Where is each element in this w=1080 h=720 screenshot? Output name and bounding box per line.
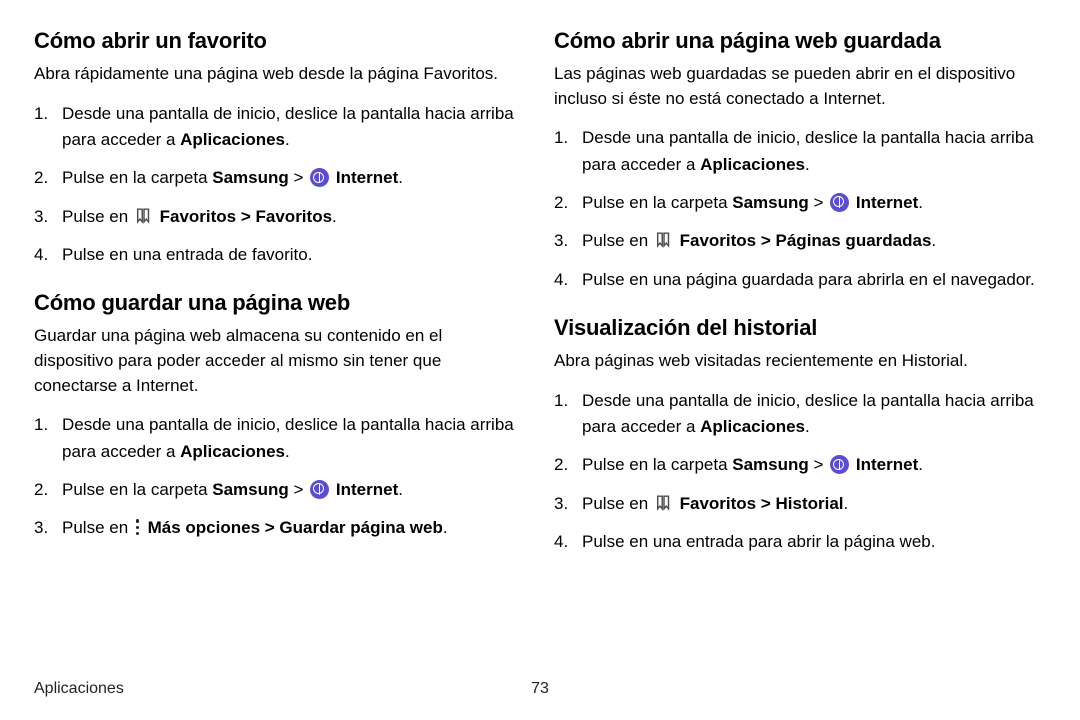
step: Pulse en Favoritos > Páginas guardadas.	[554, 228, 1046, 254]
intro-open-saved: Las páginas web guardadas se pueden abri…	[554, 62, 1046, 111]
term-favoritos: Favoritos	[675, 231, 756, 250]
step-sep: >	[756, 231, 775, 250]
step-text: .	[285, 130, 290, 149]
step-text: .	[805, 417, 810, 436]
term-samsung: Samsung	[732, 455, 809, 474]
term-internet: Internet	[331, 168, 398, 187]
intro-history: Abra páginas web visitadas recientemente…	[554, 349, 1046, 374]
step: Desde una pantalla de inicio, deslice la…	[554, 388, 1046, 441]
step-text: .	[398, 480, 403, 499]
step: Pulse en una entrada para abrir la págin…	[554, 529, 1046, 555]
bookmark-icon	[135, 207, 153, 224]
step-text: .	[285, 442, 290, 461]
step: Pulse en una entrada de favorito.	[34, 242, 526, 268]
steps-open-favorite: Desde una pantalla de inicio, deslice la…	[34, 101, 526, 269]
step-sep: >	[260, 518, 279, 537]
term-samsung: Samsung	[212, 480, 289, 499]
step-text: Pulse en una página guardada para abrirl…	[582, 270, 1035, 289]
right-column: Cómo abrir una página web guardada Las p…	[554, 28, 1046, 660]
term-aplicaciones: Aplicaciones	[700, 155, 805, 174]
footer-section-label: Aplicaciones	[34, 680, 531, 698]
step-sep: >	[289, 480, 308, 499]
heading-save-page: Cómo guardar una página web	[34, 290, 526, 316]
step: Pulse en Favoritos > Historial.	[554, 491, 1046, 517]
term-guardar-pagina: Guardar página web	[279, 518, 442, 537]
term-internet: Internet	[851, 193, 918, 212]
step-text: Pulse en	[62, 207, 133, 226]
internet-icon	[310, 480, 329, 499]
step-text: Pulse en	[582, 231, 653, 250]
intro-save-page: Guardar una página web almacena su conte…	[34, 324, 526, 398]
step: Desde una pantalla de inicio, deslice la…	[554, 125, 1046, 178]
step-text: Pulse en	[62, 518, 133, 537]
step-text: Pulse en la carpeta	[62, 168, 212, 187]
step-sep: >	[809, 193, 828, 212]
term-internet: Internet	[331, 480, 398, 499]
term-aplicaciones: Aplicaciones	[700, 417, 805, 436]
heading-open-favorite: Cómo abrir un favorito	[34, 28, 526, 54]
step-text: Pulse en	[582, 494, 653, 513]
term-mas-opciones: Más opciones	[143, 518, 260, 537]
step: Desde una pantalla de inicio, deslice la…	[34, 101, 526, 154]
internet-icon	[830, 193, 849, 212]
step-text: .	[918, 193, 923, 212]
left-column: Cómo abrir un favorito Abra rápidamente …	[34, 28, 526, 660]
steps-history: Desde una pantalla de inicio, deslice la…	[554, 388, 1046, 556]
footer-page-number: 73	[531, 680, 549, 698]
step-text: .	[443, 518, 448, 537]
step-text: Pulse en una entrada para abrir la págin…	[582, 532, 935, 551]
step: Desde una pantalla de inicio, deslice la…	[34, 412, 526, 465]
step-sep: >	[809, 455, 828, 474]
step-text: .	[931, 231, 936, 250]
step: Pulse en la carpeta Samsung > Internet.	[34, 477, 526, 503]
internet-icon	[830, 455, 849, 474]
term-favoritos: Favoritos	[155, 207, 236, 226]
step-sep: >	[236, 207, 255, 226]
step: Pulse en la carpeta Samsung > Internet.	[554, 452, 1046, 478]
more-options-icon	[135, 518, 141, 536]
step: Pulse en la carpeta Samsung > Internet.	[34, 165, 526, 191]
intro-open-favorite: Abra rápidamente una página web desde la…	[34, 62, 526, 87]
step-text: .	[918, 455, 923, 474]
term-samsung: Samsung	[732, 193, 809, 212]
steps-save-page: Desde una pantalla de inicio, deslice la…	[34, 412, 526, 541]
bookmark-icon	[655, 231, 673, 248]
term-aplicaciones: Aplicaciones	[180, 130, 285, 149]
heading-open-saved: Cómo abrir una página web guardada	[554, 28, 1046, 54]
page-footer: Aplicaciones 73	[0, 680, 1080, 698]
step: Pulse en una página guardada para abrirl…	[554, 267, 1046, 293]
step-text: Pulse en la carpeta	[582, 455, 732, 474]
step: Pulse en la carpeta Samsung > Internet.	[554, 190, 1046, 216]
term-favoritos-tab: Favoritos	[256, 207, 333, 226]
step-text: Pulse en la carpeta	[62, 480, 212, 499]
page-content: Cómo abrir un favorito Abra rápidamente …	[0, 0, 1080, 680]
step-text: .	[398, 168, 403, 187]
steps-open-saved: Desde una pantalla de inicio, deslice la…	[554, 125, 1046, 293]
term-aplicaciones: Aplicaciones	[180, 442, 285, 461]
step-text: .	[332, 207, 337, 226]
term-favoritos: Favoritos	[675, 494, 756, 513]
term-samsung: Samsung	[212, 168, 289, 187]
term-paginas-guardadas: Páginas guardadas	[776, 231, 932, 250]
step-text: .	[844, 494, 849, 513]
step-text: Pulse en una entrada de favorito.	[62, 245, 312, 264]
term-historial: Historial	[776, 494, 844, 513]
step-sep: >	[756, 494, 775, 513]
bookmark-icon	[655, 494, 673, 511]
step: Pulse en Más opciones > Guardar página w…	[34, 515, 526, 541]
step-text: Pulse en la carpeta	[582, 193, 732, 212]
heading-history: Visualización del historial	[554, 315, 1046, 341]
step: Pulse en Favoritos > Favoritos.	[34, 204, 526, 230]
term-internet: Internet	[851, 455, 918, 474]
internet-icon	[310, 168, 329, 187]
step-text: .	[805, 155, 810, 174]
step-sep: >	[289, 168, 308, 187]
